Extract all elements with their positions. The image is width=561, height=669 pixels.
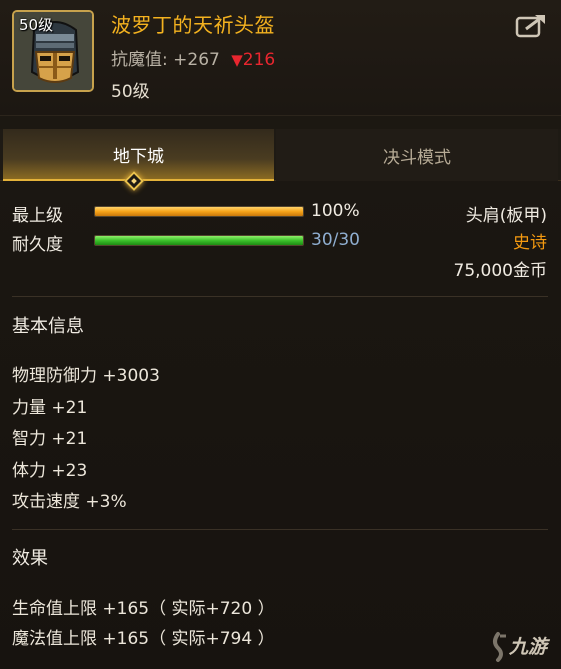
durability-value: 30/30 [311, 230, 360, 250]
down-arrow-icon: ▼ [231, 51, 243, 69]
resist-stat: 抗魔值: +267 ▼216 [111, 45, 275, 70]
item-price: 75,000金币 [453, 261, 547, 281]
share-button[interactable] [515, 13, 547, 39]
divider [12, 296, 548, 297]
attr-line: 体力 +23 [12, 461, 88, 481]
rarity-label: 史诗 [513, 233, 547, 253]
tab-dungeon[interactable]: 地下城 [3, 129, 274, 181]
grade-bar [94, 206, 304, 217]
item-icon-frame[interactable]: 50级 [12, 10, 94, 92]
item-level-badge: 50级 [19, 16, 54, 34]
grade-label: 最上级 [12, 206, 63, 226]
basic-info-title: 基本信息 [12, 316, 84, 337]
watermark-text: 九游 [509, 636, 548, 658]
mode-tabs: 地下城 决斗模式 [0, 129, 561, 181]
item-name: 波罗丁的天祈头盔 [111, 13, 275, 37]
durability-label: 耐久度 [12, 235, 63, 255]
resist-value: +267 [173, 50, 220, 70]
durability-bar-fill [95, 236, 303, 245]
resist-change-value: 216 [242, 50, 276, 70]
grade-value: 100% [311, 201, 360, 221]
effects-title: 效果 [12, 548, 48, 569]
attr-line: 智力 +21 [12, 429, 88, 449]
share-icon [515, 15, 545, 38]
resist-change: ▼216 [231, 50, 275, 70]
resist-label: 抗魔值: [111, 50, 168, 70]
attr-line: 力量 +21 [12, 398, 88, 418]
item-tooltip-panel: 50级 波罗丁的天祈头盔 抗魔值: +267 ▼216 50级 地下城 决斗模式… [0, 0, 561, 669]
item-level: 50级 [111, 82, 150, 102]
tab-duel-mode[interactable]: 决斗模式 [276, 129, 558, 181]
divider [12, 529, 548, 530]
item-header: 50级 波罗丁的天祈头盔 抗魔值: +267 ▼216 50级 [0, 0, 561, 116]
durability-bar [94, 235, 304, 246]
effect-line: 生命值上限 +165（ 实际+720 ） [12, 599, 275, 619]
attr-line: 攻击速度 +3% [12, 492, 127, 512]
equipment-slot: 头肩(板甲) [465, 206, 547, 226]
grade-bar-fill [95, 207, 303, 216]
attr-line: 物理防御力 +3003 [12, 366, 160, 386]
effect-line: 魔法值上限 +165（ 实际+794 ） [12, 629, 275, 649]
